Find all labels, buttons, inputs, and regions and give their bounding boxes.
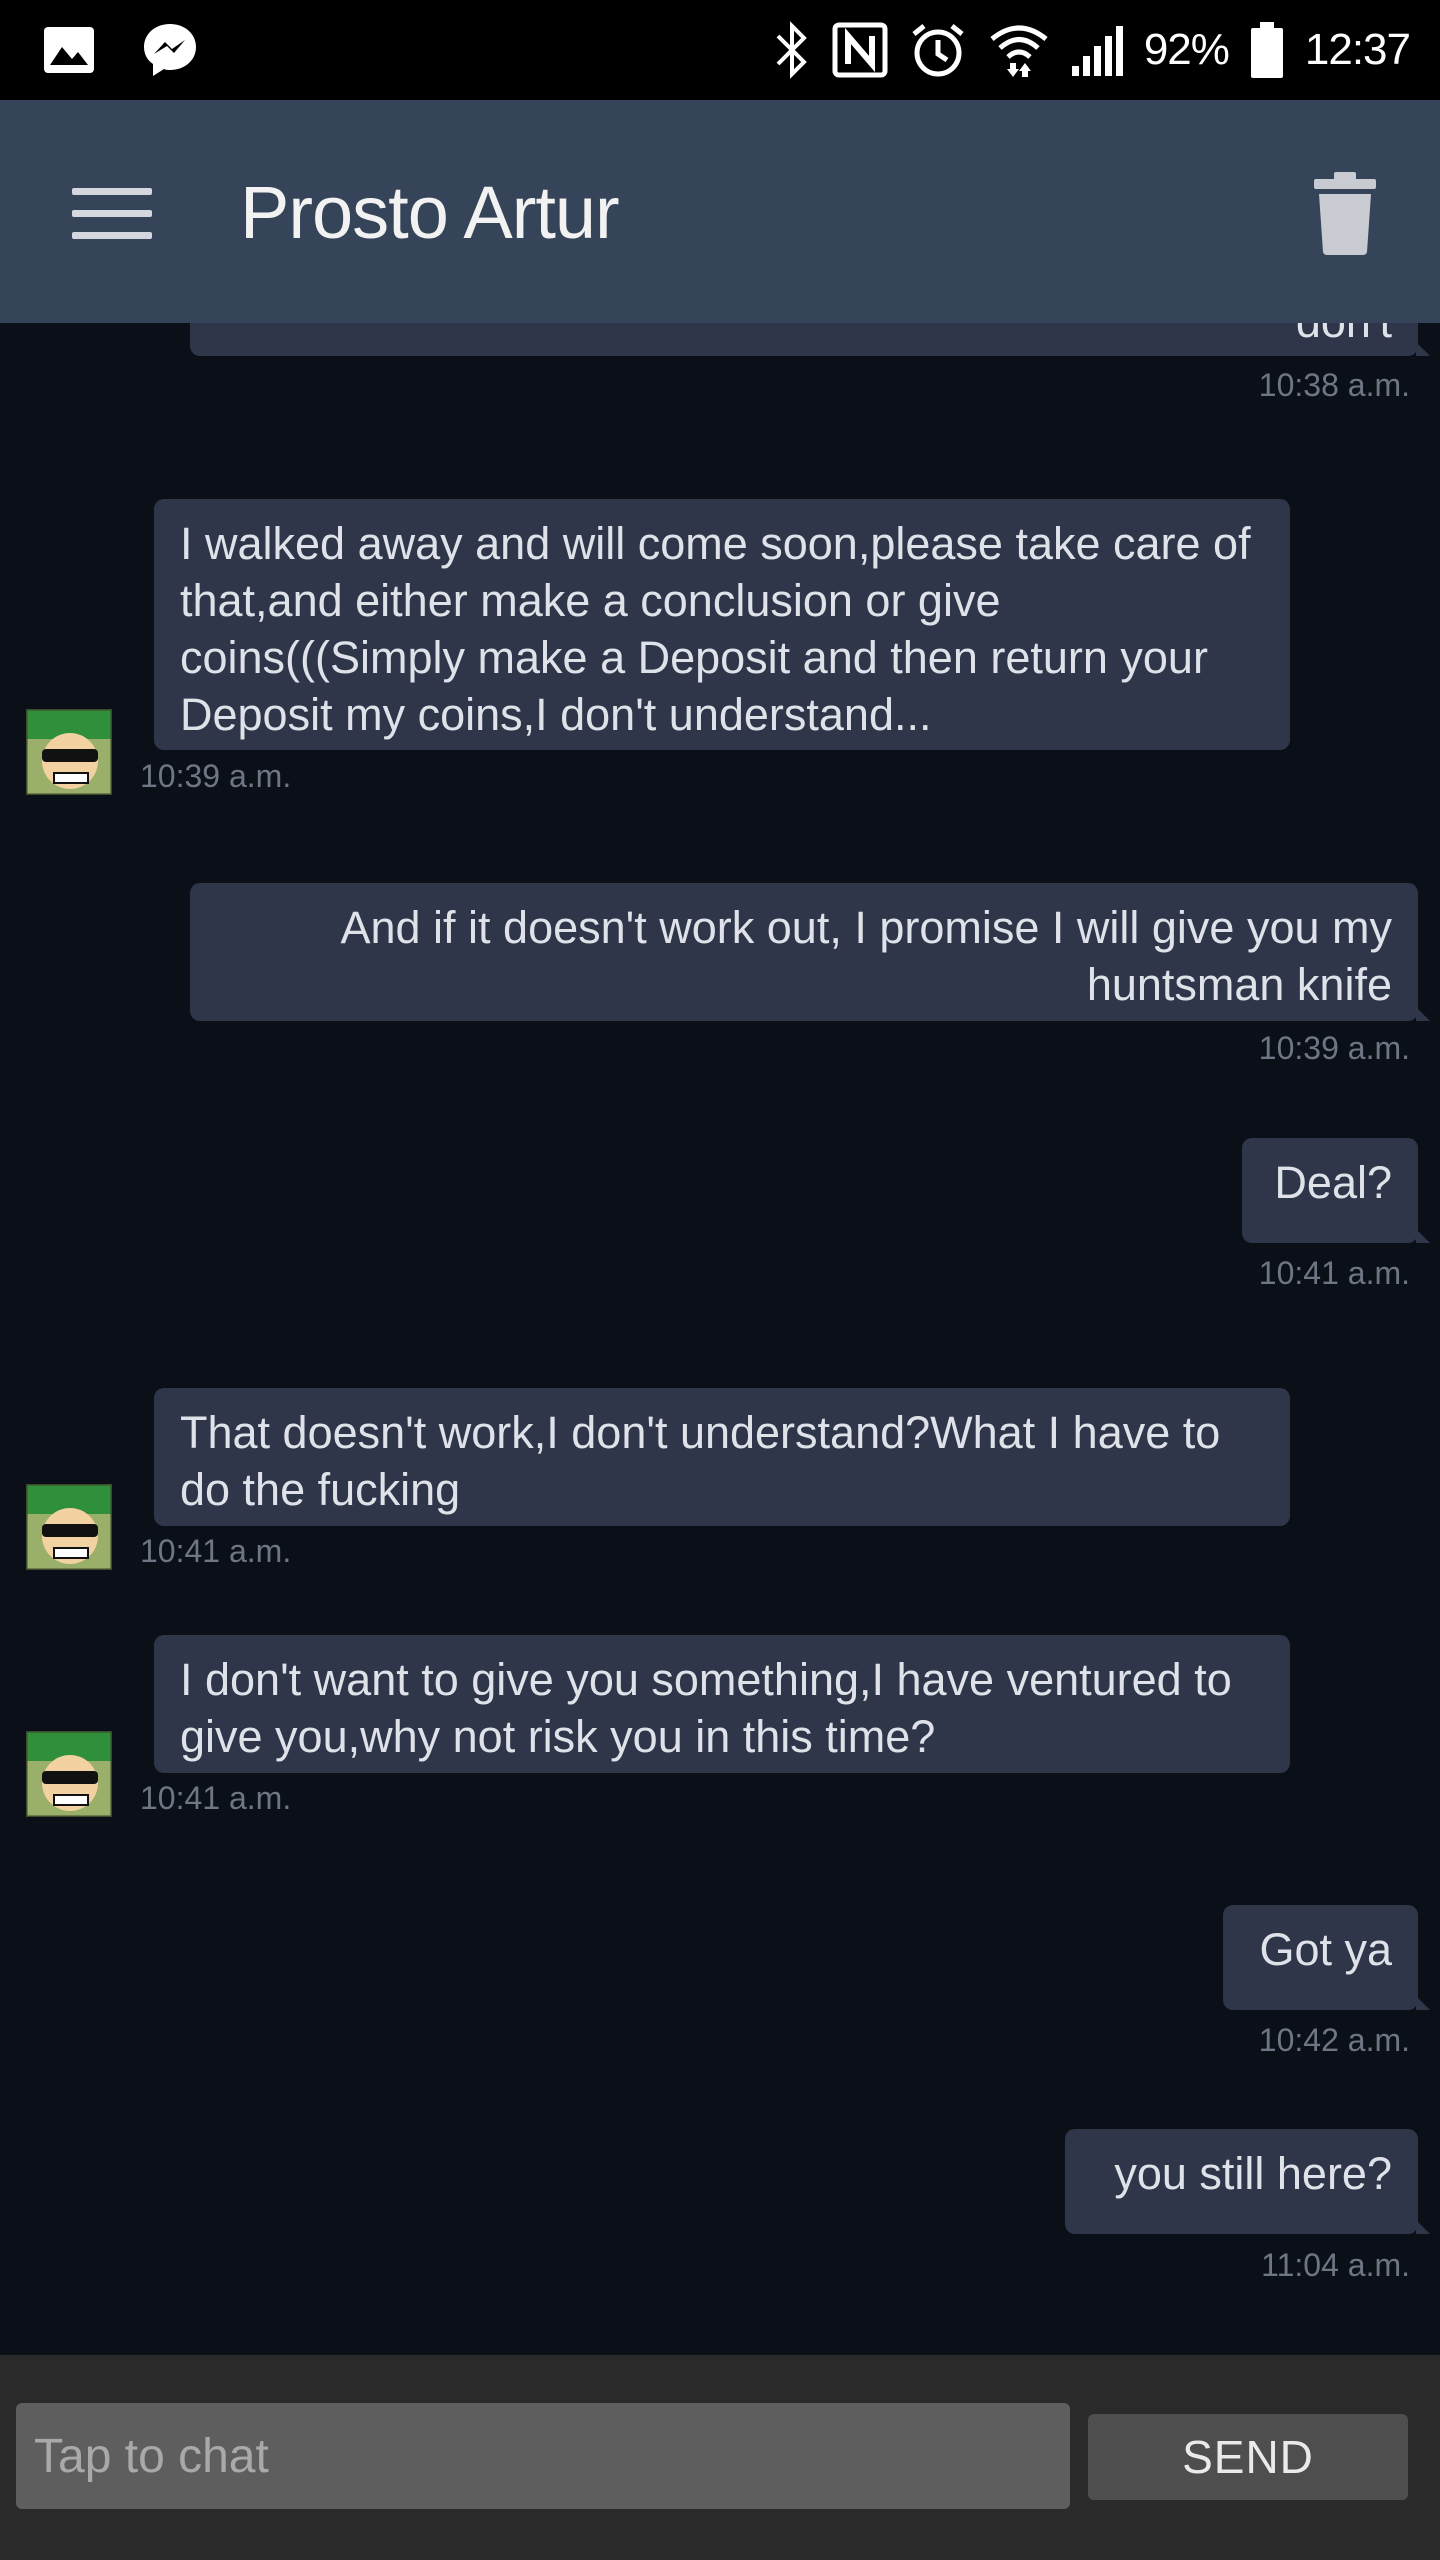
outgoing-message-bubble[interactable]: you still here? [1065, 2129, 1430, 2234]
outgoing-message-bubble[interactable]: Deal? [1242, 1138, 1430, 1243]
message-text: And if it doesn't work out, I promise I … [340, 902, 1392, 1010]
chat-input[interactable] [16, 2403, 1070, 2509]
chat-message-list[interactable]: don't 10:38 a.m. I walked away and will … [0, 323, 1440, 2355]
messenger-icon [144, 24, 196, 76]
message-text: don't [1296, 323, 1392, 347]
incoming-message-bubble[interactable]: I walked away and will come soon,please … [154, 499, 1290, 750]
clock: 12:37 [1304, 25, 1411, 74]
hamburger-menu-icon[interactable] [64, 178, 160, 250]
nfc-icon [832, 22, 888, 78]
message-timestamp: 10:39 a.m. [1258, 1030, 1410, 1066]
contact-avatar[interactable] [26, 1731, 112, 1817]
message-text: Got ya [1259, 1924, 1392, 1975]
message-text: That doesn't work,I don't understand?Wha… [180, 1407, 1221, 1515]
message-timestamp: 11:04 a.m. [1261, 2247, 1410, 2283]
outgoing-message-bubble[interactable]: And if it doesn't work out, I promise I … [190, 883, 1430, 1021]
contact-avatar[interactable] [26, 1484, 112, 1570]
message-timestamp: 10:38 a.m. [1258, 367, 1410, 403]
trash-icon[interactable] [1310, 170, 1380, 256]
message-timestamp: 10:41 a.m. [140, 1780, 292, 1816]
message-text: Deal? [1274, 1157, 1392, 1208]
battery-percent: 92% [1143, 25, 1230, 74]
outgoing-message-bubble[interactable]: don't [190, 323, 1430, 356]
incoming-message-bubble[interactable]: I don't want to give you something,I hav… [154, 1635, 1290, 1773]
message-input-bar: SEND [0, 2355, 1440, 2560]
message-text: I walked away and will come soon,please … [180, 518, 1251, 740]
message-timestamp: 10:41 a.m. [1258, 1255, 1410, 1291]
message-text: you still here? [1114, 2148, 1392, 2199]
message-text: I don't want to give you something,I hav… [180, 1654, 1232, 1762]
send-button[interactable]: SEND [1088, 2414, 1408, 2500]
gallery-icon [44, 27, 94, 73]
alarm-icon [912, 24, 964, 77]
contact-avatar[interactable] [26, 709, 112, 795]
bluetooth-icon [776, 21, 807, 79]
app-header: Prosto Artur [0, 100, 1440, 323]
battery-icon [1250, 22, 1283, 78]
status-bar: 92% 12:37 [0, 0, 1440, 100]
message-timestamp: 10:42 a.m. [1258, 2022, 1410, 2058]
outgoing-message-bubble[interactable]: Got ya [1223, 1905, 1430, 2010]
message-timestamp: 10:41 a.m. [140, 1533, 292, 1569]
chat-title: Prosto Artur [240, 171, 620, 254]
incoming-message-bubble[interactable]: That doesn't work,I don't understand?Wha… [154, 1388, 1290, 1526]
wifi-icon [990, 25, 1048, 77]
signal-icon [1071, 26, 1123, 76]
message-timestamp: 10:39 a.m. [140, 758, 292, 794]
